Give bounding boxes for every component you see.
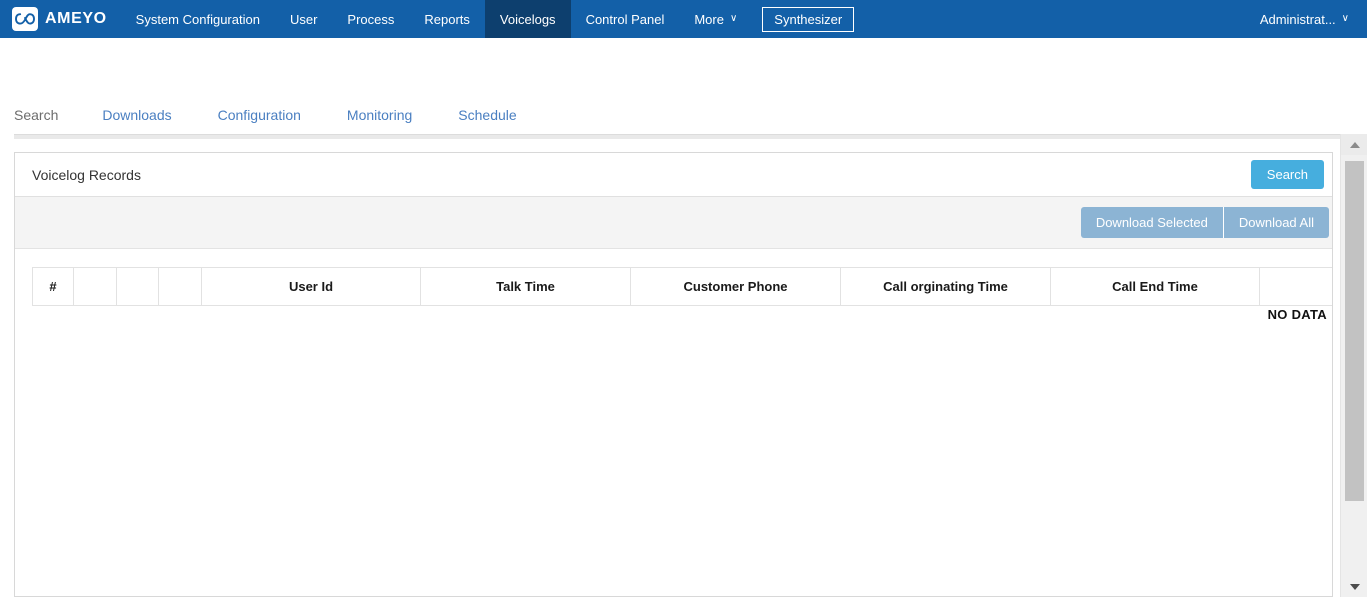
synthesizer-button[interactable]: Synthesizer <box>762 6 855 32</box>
nav-item-reports[interactable]: Reports <box>409 0 485 38</box>
column-header-index[interactable]: # <box>32 267 74 306</box>
app-logo[interactable]: AMEYO <box>0 0 121 38</box>
nav-label: Voicelogs <box>499 11 556 27</box>
column-header-call-originating-time[interactable]: Call orginating Time <box>840 267 1051 306</box>
panel-header: Voicelog Records Search <box>15 153 1332 197</box>
column-header-blank-2[interactable] <box>116 267 159 306</box>
nav-item-voicelogs[interactable]: Voicelogs <box>484 0 571 38</box>
scroll-down-button[interactable] <box>1341 576 1367 597</box>
nav-label: User <box>289 11 318 27</box>
tab-downloads[interactable]: Downloads <box>102 107 171 123</box>
tab-search[interactable]: Search <box>14 107 58 123</box>
nav-item-user[interactable]: User <box>275 0 332 38</box>
nav-item-control-panel[interactable]: Control Panel <box>571 0 680 38</box>
nav-label: Control Panel <box>585 11 665 27</box>
top-navigation-bar: AMEYO System Configuration User Process … <box>0 0 1367 38</box>
chevron-down-icon: ∨ <box>1341 13 1349 24</box>
sub-tabs-divider <box>14 134 1340 139</box>
column-header-talk-time[interactable]: Talk Time <box>420 267 631 306</box>
nav-label: System Configuration <box>135 11 260 27</box>
user-account-label: Administrat... <box>1259 11 1336 27</box>
column-header-customer-phone[interactable]: Customer Phone <box>630 267 841 306</box>
sub-navigation-tabs: Search Downloads Configuration Monitorin… <box>0 96 1340 134</box>
table-header-row: # User Id Talk Time Customer Phone Call … <box>32 267 1332 306</box>
scroll-up-button[interactable] <box>1341 134 1367 155</box>
tab-schedule[interactable]: Schedule <box>458 107 516 123</box>
records-toolbar: Download Selected Download All <box>15 197 1332 249</box>
nav-label: More <box>694 11 724 27</box>
download-selected-button[interactable]: Download Selected <box>1080 207 1223 238</box>
chevron-down-icon: ∨ <box>729 13 738 24</box>
search-button[interactable]: Search <box>1250 160 1324 189</box>
column-header-blank-3[interactable] <box>158 267 202 306</box>
voicelog-records-panel: Voicelog Records Search Download Selecte… <box>14 152 1333 597</box>
empty-state-message: NO DATA <box>1267 307 1327 322</box>
column-header-call-end-time[interactable]: Call End Time <box>1050 267 1260 306</box>
triangle-down-icon <box>1349 583 1360 590</box>
nav-item-system-configuration[interactable]: System Configuration <box>121 0 275 38</box>
voicelog-records-table: # User Id Talk Time Customer Phone Call … <box>32 267 1332 306</box>
synthesizer-button-wrap: Synthesizer <box>752 0 864 38</box>
column-header-blank-1[interactable] <box>73 267 117 306</box>
tab-configuration[interactable]: Configuration <box>218 107 301 123</box>
vertical-scrollbar[interactable] <box>1340 134 1367 597</box>
download-button-group: Download Selected Download All <box>1080 207 1329 238</box>
triangle-up-icon <box>1349 141 1360 148</box>
infinity-icon <box>12 7 38 31</box>
download-all-button[interactable]: Download All <box>1222 207 1329 238</box>
tab-monitoring[interactable]: Monitoring <box>347 107 412 123</box>
user-account-menu[interactable]: Administrat... ∨ <box>1250 0 1367 38</box>
records-table-wrapper: # User Id Talk Time Customer Phone Call … <box>15 249 1332 596</box>
nav-item-more[interactable]: More ∨ <box>679 0 752 38</box>
nav-label: Reports <box>424 11 470 27</box>
nav-label: Process <box>347 11 395 27</box>
page-title: Voicelog Records <box>32 166 141 183</box>
column-header-blank-4[interactable] <box>1259 267 1332 306</box>
nav-item-process[interactable]: Process <box>332 0 409 38</box>
logo-text: AMEYO <box>45 10 107 27</box>
column-header-user-id[interactable]: User Id <box>201 267 421 306</box>
scrollbar-thumb[interactable] <box>1345 161 1364 501</box>
